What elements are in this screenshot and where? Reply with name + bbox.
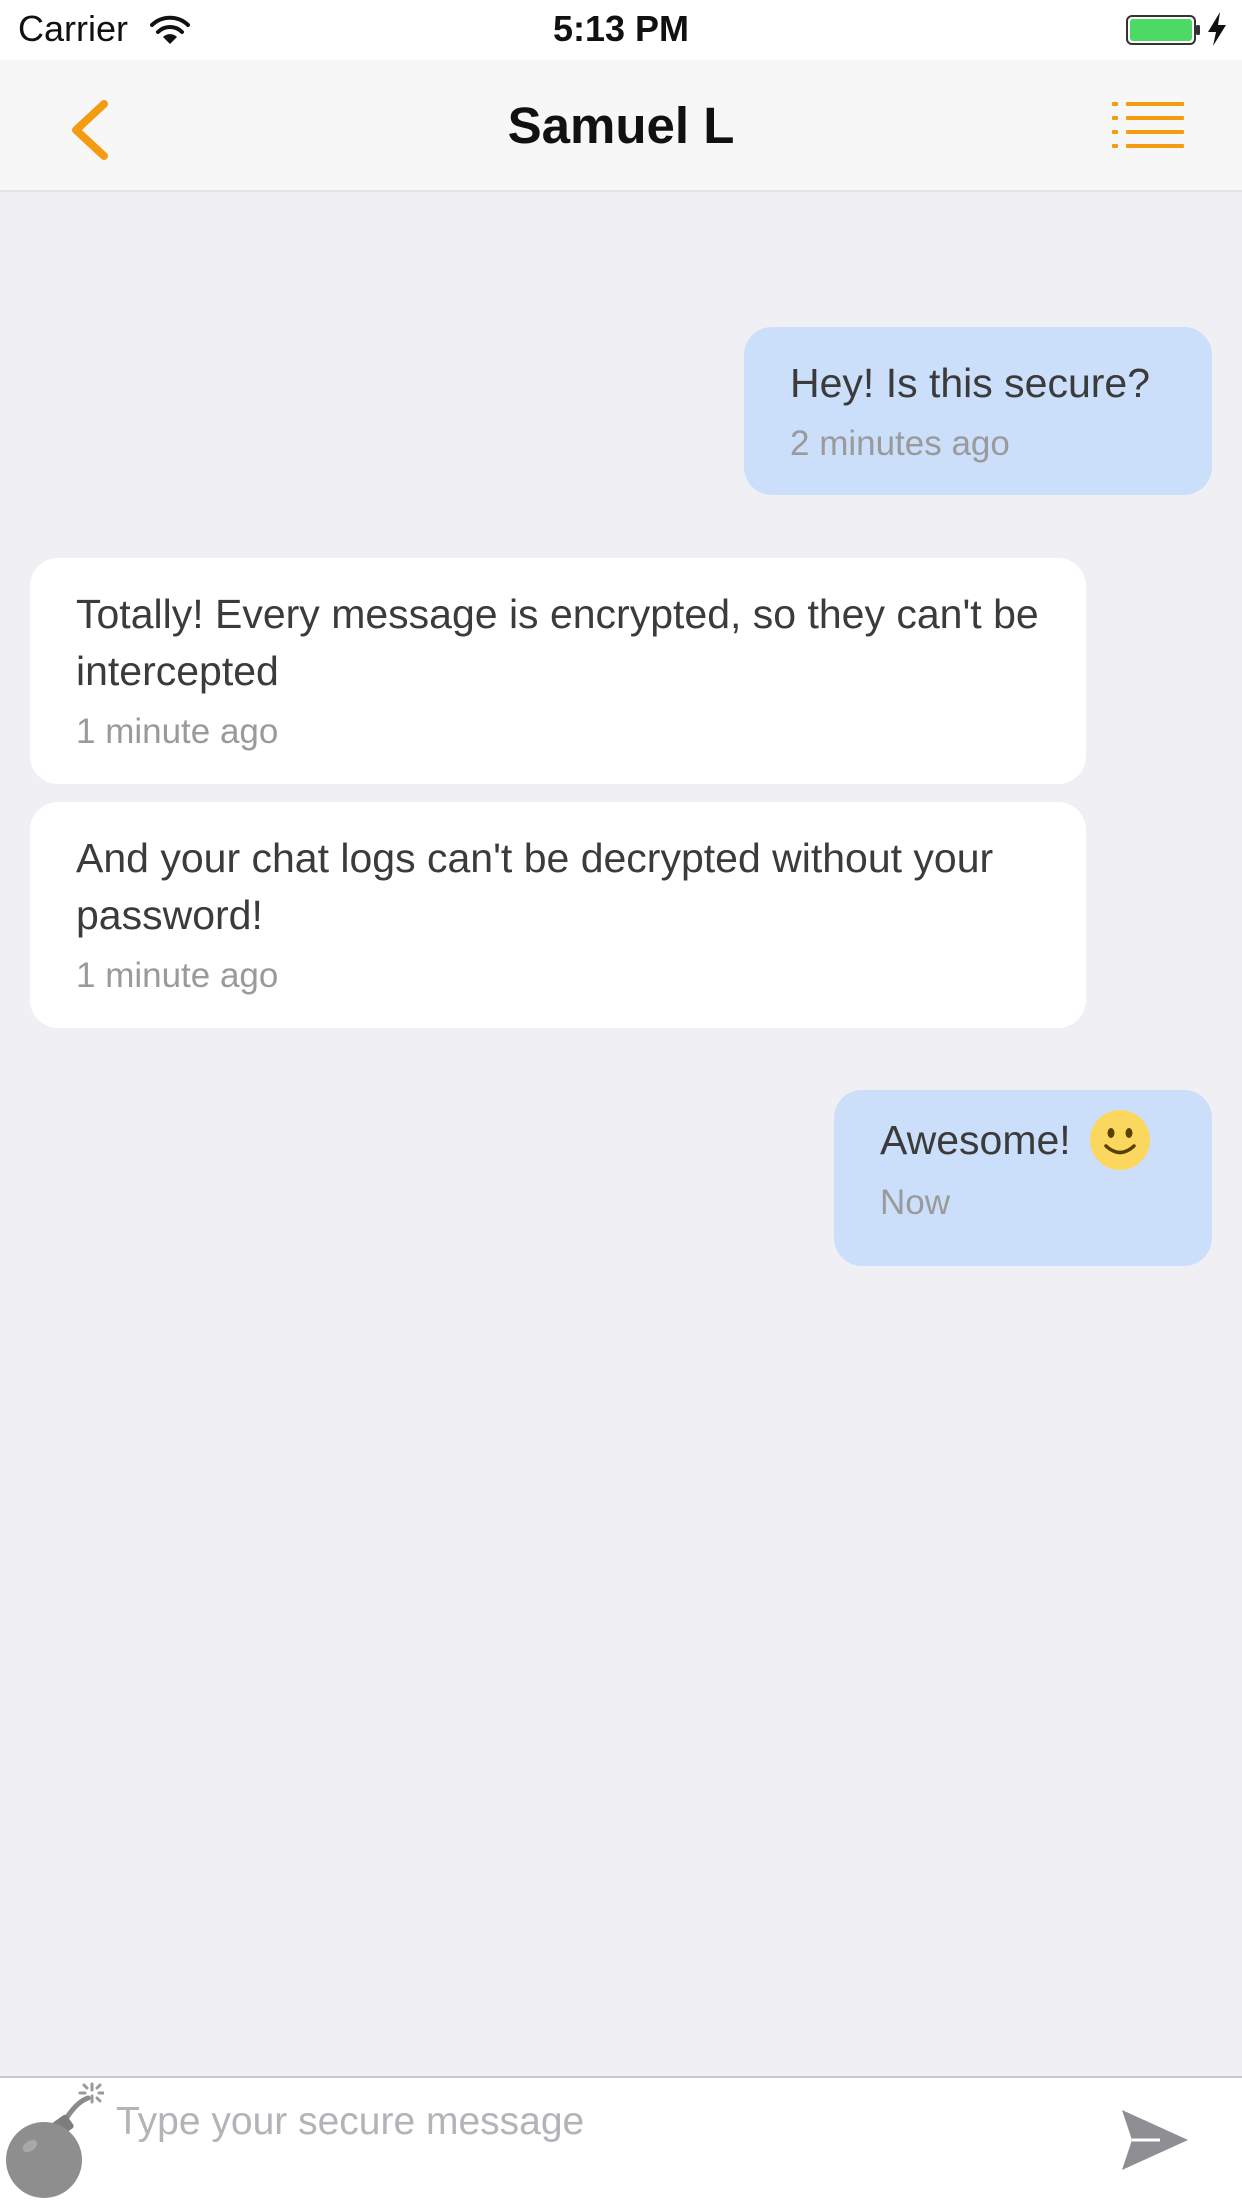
charging-bolt-icon (1208, 12, 1226, 46)
status-time: 5:13 PM (552, 8, 690, 49)
smiley-icon (1089, 1110, 1150, 1171)
status-bar: Carrier 5:13 PM (0, 0, 1242, 60)
message-bubble-incoming[interactable]: And your chat logs can't be decrypted wi… (30, 802, 1086, 1028)
message-bubble-outgoing[interactable]: Awesome! Now (834, 1090, 1212, 1266)
list-menu-icon[interactable] (1112, 98, 1184, 154)
message-bubble-incoming[interactable]: Totally! Every message is encrypted, so … (30, 558, 1086, 784)
chat-title: Samuel L (507, 97, 735, 154)
message-bubble-outgoing[interactable]: Hey! Is this secure? 2 minutes ago (744, 327, 1212, 495)
message-timestamp: 2 minutes ago (790, 424, 1010, 463)
send-icon[interactable] (1120, 2108, 1190, 2172)
message-timestamp: Now (880, 1183, 951, 1223)
navigation-bar: Samuel L (0, 60, 1242, 192)
message-text: And your chat logs can't be decrypted wi… (76, 835, 994, 938)
message-text: Hey! Is this secure? (790, 360, 1151, 406)
message-input[interactable] (116, 2092, 1076, 2152)
message-text: Totally! Every message is encrypted, so … (76, 591, 1039, 694)
message-timestamp: 1 minute ago (76, 712, 279, 751)
bomb-icon[interactable] (0, 2082, 104, 2208)
message-content: Awesome! (880, 1110, 1166, 1171)
message-list[interactable]: Hey! Is this secure? 2 minutes ago Total… (0, 192, 1242, 2072)
message-timestamp: 1 minute ago (76, 956, 279, 995)
message-text: Awesome! (880, 1117, 1071, 1163)
message-composer (0, 2076, 1242, 2210)
battery-icon (1126, 15, 1200, 45)
